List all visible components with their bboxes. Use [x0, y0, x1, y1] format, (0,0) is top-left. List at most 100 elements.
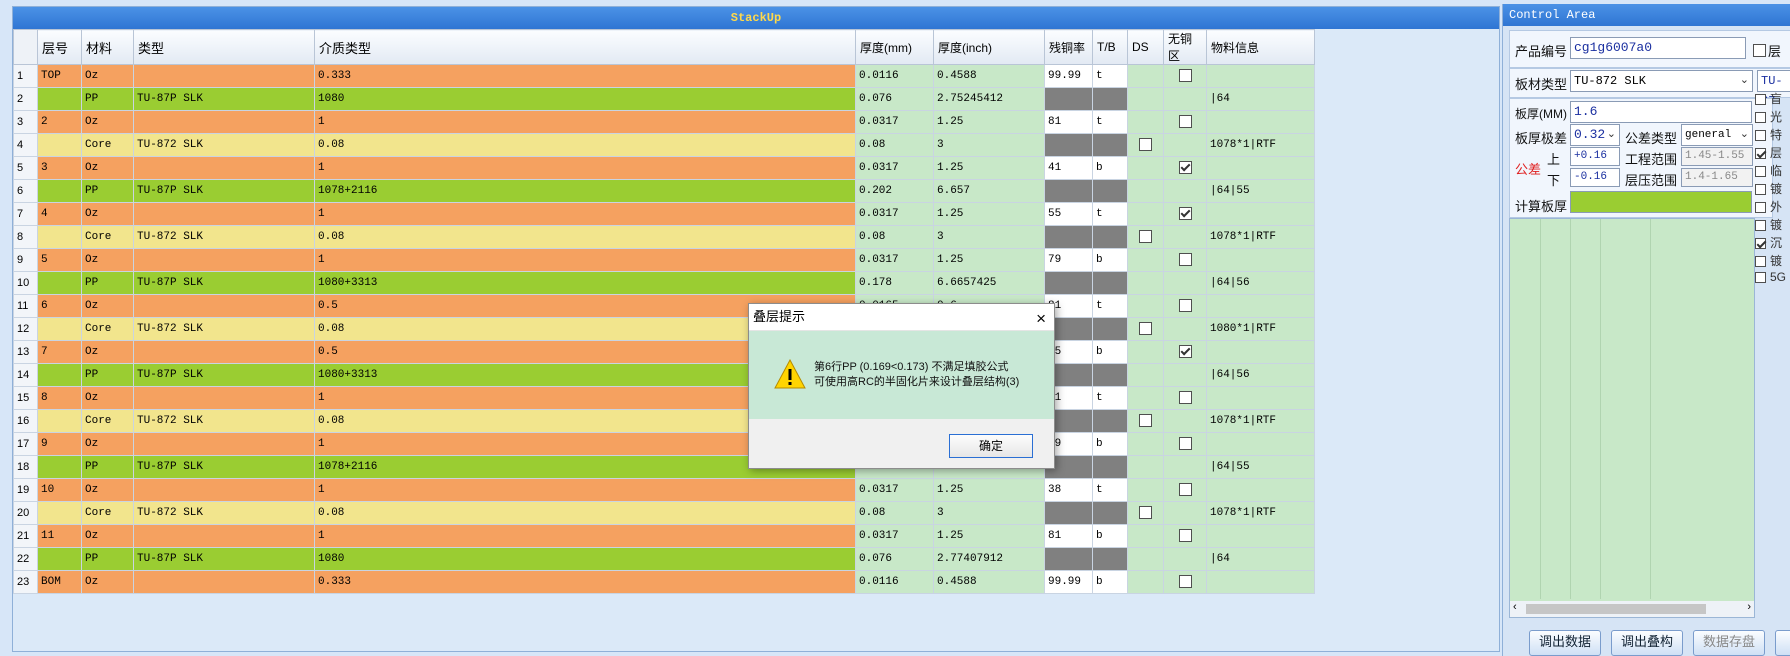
- cell-inch[interactable]: 1.25: [933, 156, 1045, 180]
- checkbox[interactable]: [1139, 414, 1152, 428]
- row-number[interactable]: 9: [13, 248, 38, 272]
- cell-tb[interactable]: [1092, 271, 1128, 295]
- cell-tb[interactable]: [1092, 547, 1128, 571]
- cell-inch[interactable]: 0.4588: [933, 570, 1045, 594]
- cell-tb[interactable]: [1092, 501, 1128, 525]
- cell-mat[interactable]: Core: [81, 409, 134, 433]
- cell-layer[interactable]: [37, 225, 82, 249]
- cell-type[interactable]: [133, 478, 315, 502]
- cell-cu[interactable]: [1044, 179, 1093, 203]
- cell-layer[interactable]: 9: [37, 432, 82, 456]
- upper-input[interactable]: +0.16: [1570, 147, 1620, 166]
- cell-tb[interactable]: b: [1092, 248, 1128, 272]
- cell-layer[interactable]: 11: [37, 524, 82, 548]
- tolerance-select[interactable]: 0.32 ⌄: [1570, 124, 1620, 146]
- cell-info[interactable]: [1206, 202, 1315, 226]
- cell-info[interactable]: [1206, 524, 1315, 548]
- cell-type[interactable]: [133, 524, 315, 548]
- cell-type[interactable]: TU-872 SLK: [133, 409, 315, 433]
- cell-tb[interactable]: [1092, 87, 1128, 111]
- cell-tb[interactable]: [1092, 409, 1128, 433]
- cell-type[interactable]: TU-872 SLK: [133, 501, 315, 525]
- cell-inch[interactable]: 1.25: [933, 524, 1045, 548]
- cell-type[interactable]: [133, 570, 315, 594]
- side-check-item[interactable]: 5G: [1755, 270, 1786, 284]
- row-number[interactable]: 14: [13, 363, 38, 387]
- cell-ds[interactable]: [1127, 87, 1164, 111]
- cell-tb[interactable]: b: [1092, 156, 1128, 180]
- side-check-item[interactable]: 特: [1755, 126, 1782, 143]
- cell-type[interactable]: [133, 432, 315, 456]
- cell-cu[interactable]: [1044, 271, 1093, 295]
- cell-cu[interactable]: [1044, 501, 1093, 525]
- cell-info[interactable]: [1206, 294, 1315, 318]
- cell-ds[interactable]: [1127, 363, 1164, 387]
- cell-info[interactable]: |64|56: [1206, 363, 1315, 387]
- scroll-right-icon[interactable]: ›: [1747, 601, 1751, 613]
- cell-ds[interactable]: [1127, 409, 1164, 433]
- cell-mm[interactable]: 0.178: [855, 271, 934, 295]
- column-header[interactable]: 介质类型: [314, 29, 856, 65]
- cell-mm[interactable]: 0.076: [855, 87, 934, 111]
- cell-mm[interactable]: 0.0116: [855, 570, 934, 594]
- cell-cb[interactable]: [1163, 110, 1207, 134]
- cell-mat[interactable]: PP: [81, 271, 134, 295]
- cell-ds[interactable]: [1127, 432, 1164, 456]
- row-number[interactable]: 7: [13, 202, 38, 226]
- cell-layer[interactable]: 8: [37, 386, 82, 410]
- cell-layer[interactable]: [37, 455, 82, 479]
- cell-cb[interactable]: [1163, 87, 1207, 111]
- side-check-item[interactable]: 镀: [1755, 180, 1782, 197]
- ok-button[interactable]: 确定: [949, 434, 1033, 458]
- cell-tb[interactable]: [1092, 225, 1128, 249]
- cell-info[interactable]: [1206, 248, 1315, 272]
- cell-tb[interactable]: t: [1092, 202, 1128, 226]
- row-number[interactable]: 4: [13, 133, 38, 157]
- product-input[interactable]: cg1g6007a0: [1570, 37, 1746, 59]
- cell-diel[interactable]: 1: [314, 248, 856, 272]
- row-number[interactable]: 10: [13, 271, 38, 295]
- row-number[interactable]: 11: [13, 294, 38, 318]
- cell-cu[interactable]: 99.99: [1044, 570, 1093, 594]
- checkbox[interactable]: [1139, 230, 1152, 244]
- cell-ds[interactable]: [1127, 294, 1164, 318]
- row-number[interactable]: 21: [13, 524, 38, 548]
- cell-ds[interactable]: [1127, 524, 1164, 548]
- cell-diel[interactable]: 1080: [314, 547, 856, 571]
- cell-mm[interactable]: 0.0317: [855, 202, 934, 226]
- cell-mat[interactable]: PP: [81, 179, 134, 203]
- board-type-select[interactable]: TU-872 SLK ⌄: [1570, 70, 1753, 92]
- scroll-left-icon[interactable]: ‹: [1513, 601, 1517, 613]
- column-header[interactable]: 厚度(inch): [933, 29, 1045, 65]
- save-data-button[interactable]: 数据存盘: [1693, 630, 1765, 656]
- row-number[interactable]: 19: [13, 478, 38, 502]
- cell-layer[interactable]: BOM: [37, 570, 82, 594]
- row-number[interactable]: 5: [13, 156, 38, 180]
- cell-info[interactable]: 1078*1|RTF: [1206, 501, 1315, 525]
- cell-diel[interactable]: 1078+2116: [314, 179, 856, 203]
- cell-mm[interactable]: 0.202: [855, 179, 934, 203]
- cell-cb[interactable]: [1163, 248, 1207, 272]
- checkbox[interactable]: [1755, 202, 1766, 214]
- cell-layer[interactable]: [37, 317, 82, 341]
- row-number[interactable]: 15: [13, 386, 38, 410]
- cell-inch[interactable]: 2.75245412: [933, 87, 1045, 111]
- cell-layer[interactable]: 2: [37, 110, 82, 134]
- product-checkbox[interactable]: [1753, 44, 1766, 57]
- cell-mm[interactable]: 0.08: [855, 501, 934, 525]
- cell-cu[interactable]: 99.99: [1044, 64, 1093, 88]
- cell-inch[interactable]: 6.6657425: [933, 271, 1045, 295]
- checkbox[interactable]: [1178, 207, 1192, 221]
- cell-type[interactable]: TU-872 SLK: [133, 133, 315, 157]
- horizontal-scrollbar[interactable]: ‹ ›: [1510, 601, 1754, 617]
- cell-cb[interactable]: [1163, 340, 1207, 364]
- cell-layer[interactable]: [37, 87, 82, 111]
- cell-diel[interactable]: 1: [314, 156, 856, 180]
- cell-type[interactable]: TU-872 SLK: [133, 317, 315, 341]
- checkbox[interactable]: [1755, 220, 1766, 232]
- cell-tb[interactable]: [1092, 455, 1128, 479]
- cell-diel[interactable]: 0.333: [314, 64, 856, 88]
- cell-type[interactable]: TU-87P SLK: [133, 455, 315, 479]
- row-number[interactable]: 16: [13, 409, 38, 433]
- cell-info[interactable]: |64|55: [1206, 455, 1315, 479]
